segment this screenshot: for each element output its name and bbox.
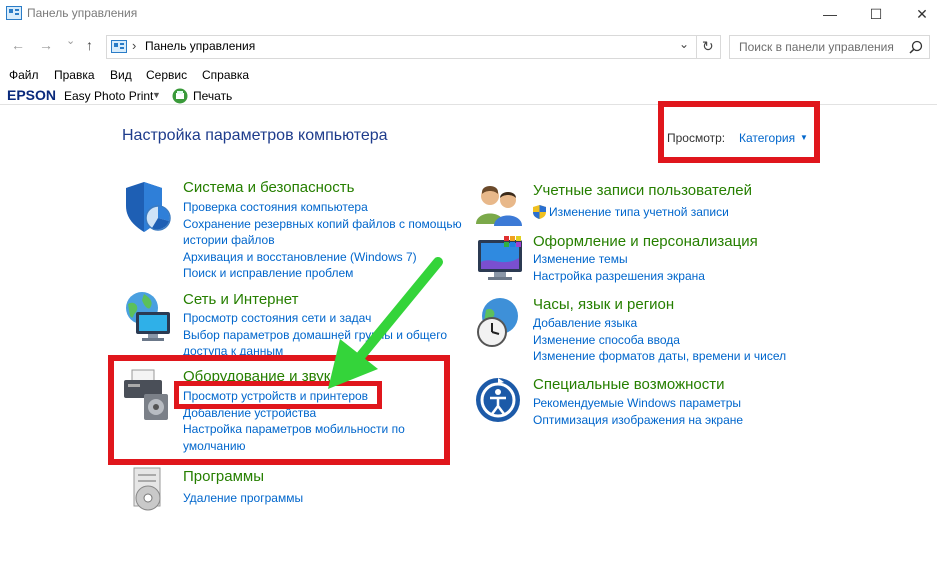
refresh-icon[interactable]: ↻ <box>702 38 714 55</box>
arrow-annotation <box>328 257 443 389</box>
maximize-button[interactable]: ☐ <box>853 0 899 28</box>
easy-photo-print-button[interactable]: Easy Photo Print <box>64 89 153 103</box>
window-title: Панель управления <box>27 6 138 20</box>
highlight-view-box <box>658 101 820 163</box>
category-user-accounts[interactable]: Учетные записи пользователей <box>533 182 752 199</box>
category-clock-region[interactable]: Часы, язык и регион <box>533 296 674 313</box>
menu-edit[interactable]: Правка <box>54 68 95 82</box>
search-placeholder: Поиск в панели управления <box>739 40 894 54</box>
users-icon[interactable] <box>472 180 528 236</box>
menu-help[interactable]: Справка <box>202 68 249 82</box>
divider <box>696 36 697 58</box>
printer-icon <box>172 88 188 109</box>
network-icon[interactable] <box>122 290 178 346</box>
minimize-button[interactable]: — <box>807 0 853 28</box>
up-arrow-icon[interactable]: ↑ <box>86 37 93 53</box>
menu-tools[interactable]: Сервис <box>146 68 187 82</box>
link-change-theme[interactable]: Изменение темы <box>533 251 705 268</box>
search-icon[interactable] <box>909 40 923 59</box>
category-programs[interactable]: Программы <box>183 468 264 485</box>
recent-locations-icon[interactable]: ⌄ <box>66 34 75 47</box>
uac-shield-icon <box>533 205 546 224</box>
breadcrumb-separator: › <box>132 38 137 53</box>
menu-view[interactable]: Вид <box>110 68 132 82</box>
search-input[interactable]: Поиск в панели управления <box>729 35 930 59</box>
link-screen-resolution[interactable]: Настройка разрешения экрана <box>533 268 705 285</box>
appearance-icon[interactable] <box>472 234 528 290</box>
shield-icon[interactable] <box>122 180 178 236</box>
link-uninstall-program[interactable]: Удаление программы <box>183 490 303 507</box>
print-button[interactable]: Печать <box>193 89 232 103</box>
category-system-security[interactable]: Система и безопасность <box>183 179 354 196</box>
link-check-status[interactable]: Проверка состояния компьютера <box>183 199 462 216</box>
breadcrumb[interactable]: Панель управления <box>145 39 255 53</box>
menu-file[interactable]: Файл <box>9 68 39 82</box>
back-arrow-icon[interactable]: ← <box>11 37 25 53</box>
forward-arrow-icon[interactable]: → <box>39 37 53 53</box>
chevron-down-icon[interactable]: ▼ <box>152 90 161 100</box>
programs-icon[interactable] <box>124 462 180 518</box>
link-backup-file-history[interactable]: Сохранение резервных копий файлов с помо… <box>183 216 462 233</box>
link-change-input[interactable]: Изменение способа ввода <box>533 332 786 349</box>
link-optimize-display[interactable]: Оптимизация изображения на экране <box>533 412 743 429</box>
address-dropdown-icon[interactable]: ⌄ <box>679 37 689 51</box>
link-change-formats[interactable]: Изменение форматов даты, времени и чисел <box>533 348 786 365</box>
app-icon <box>6 6 22 20</box>
page-title: Настройка параметров компьютера <box>122 127 388 144</box>
category-accessibility[interactable]: Специальные возможности <box>533 376 725 393</box>
control-panel-icon <box>111 40 127 58</box>
epson-logo: EPSON <box>7 87 57 103</box>
close-button[interactable]: ✕ <box>899 0 937 28</box>
category-appearance[interactable]: Оформление и персонализация <box>533 233 758 250</box>
link-backup-file-history-cont[interactable]: истории файлов <box>183 232 462 249</box>
link-change-account-type[interactable]: Изменение типа учетной записи <box>549 204 729 221</box>
clock-globe-icon[interactable] <box>472 296 528 352</box>
category-network[interactable]: Сеть и Интернет <box>183 291 299 308</box>
link-recommended-settings[interactable]: Рекомендуемые Windows параметры <box>533 395 743 412</box>
link-add-language[interactable]: Добавление языка <box>533 315 786 332</box>
accessibility-icon[interactable] <box>472 374 528 430</box>
address-bar[interactable]: › Панель управления ⌄ ↻ <box>106 35 721 59</box>
